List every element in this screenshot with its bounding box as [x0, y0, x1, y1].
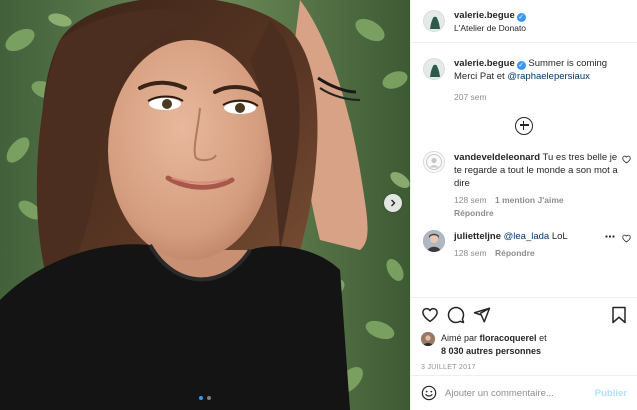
carousel-dot-active — [199, 396, 203, 400]
comment-item: julietteljne @lea_lada LoL 128 sem Répon… — [411, 220, 637, 260]
post-side-panel: valerie.begue ✓ L'Atelier de Donato valer… — [410, 0, 637, 410]
likes-prefix: Aimé par — [441, 333, 478, 343]
post-actions: Aimé par floracoquerel et 8 030 autres p… — [411, 297, 637, 371]
comment-username[interactable]: julietteljne — [454, 231, 501, 242]
add-circle-icon[interactable] — [515, 116, 533, 135]
carousel-dots — [0, 396, 410, 400]
caption-avatar[interactable] — [423, 58, 445, 80]
likes-count[interactable]: 8 030 autres personnes — [441, 346, 541, 356]
comment-avatar[interactable] — [423, 150, 445, 173]
default-avatar-icon — [426, 153, 442, 170]
post-date[interactable]: 3 JUILLET 2017 — [421, 364, 627, 371]
next-arrow-icon — [391, 199, 396, 207]
liker-avatar[interactable] — [421, 332, 435, 346]
comment-item: vandeveldeleonard Tu es tres belle je te… — [411, 147, 637, 220]
emoji-icon[interactable] — [421, 385, 437, 401]
publish-button[interactable]: Publier — [595, 388, 627, 399]
reply-button[interactable]: Répondre — [495, 248, 535, 258]
share-icon[interactable] — [473, 306, 491, 324]
likes-text: Aimé par floracoquerel et 8 030 autres p… — [441, 332, 547, 357]
bookmark-icon[interactable] — [611, 306, 627, 324]
caption-body: valerie.begue ✓ Summer is coming Merci Pa… — [454, 58, 625, 104]
comment-heart-icon[interactable] — [622, 155, 631, 164]
caption-mention[interactable]: @raphaelepersiaux — [507, 71, 590, 82]
post-dialog: valerie.begue ✓ L'Atelier de Donato valer… — [0, 0, 637, 410]
comment-likes[interactable]: 1 mention J'aime — [495, 195, 564, 205]
comment-mention[interactable]: @lea_lada — [504, 231, 550, 242]
verified-icon: ✓ — [516, 61, 526, 70]
next-slide-button[interactable] — [384, 194, 402, 212]
load-more-comments — [411, 104, 637, 147]
caption-time[interactable]: 207 sem — [454, 91, 625, 104]
comment-time[interactable]: 128 sem — [454, 248, 487, 258]
heart-icon[interactable] — [421, 306, 439, 324]
reply-button[interactable]: Répondre — [454, 208, 494, 218]
author-avatar[interactable] — [423, 10, 445, 32]
caption-username[interactable]: valerie.begue — [454, 58, 515, 69]
post-photo[interactable] — [0, 0, 410, 410]
comment-body: julietteljne @lea_lada LoL 128 sem Répon… — [454, 230, 622, 260]
comment-avatar[interactable] — [423, 229, 445, 252]
comment-text: LoL — [551, 230, 568, 242]
post-header: valerie.begue ✓ L'Atelier de Donato — [411, 0, 637, 43]
avatar-image — [423, 229, 445, 252]
post-caption: valerie.begue ✓ Summer is coming Merci Pa… — [411, 44, 637, 104]
comment-input[interactable] — [445, 387, 595, 399]
author-username[interactable]: valerie.begue — [454, 10, 515, 21]
avatar-image — [421, 332, 435, 346]
verified-icon: ✓ — [516, 12, 526, 22]
likes-summary: Aimé par floracoquerel et 8 030 autres p… — [421, 332, 627, 357]
action-icons — [421, 304, 627, 326]
comment-time[interactable]: 128 sem — [454, 195, 487, 205]
comments-list[interactable]: valerie.begue ✓ Summer is coming Merci Pa… — [411, 44, 637, 296]
comment-username[interactable]: vandeveldeleonard — [454, 152, 540, 163]
avatar-image — [424, 59, 444, 79]
post-location[interactable]: L'Atelier de Donato — [454, 22, 526, 34]
comment-composer: Publier — [411, 375, 637, 410]
selfie-image — [0, 0, 410, 410]
likes-joiner: et — [539, 333, 547, 343]
avatar-image — [424, 11, 444, 31]
carousel-dot — [207, 396, 211, 400]
comment-meta: 128 sem Répondre — [454, 247, 622, 260]
liker-username[interactable]: floracoquerel — [480, 333, 537, 343]
more-icon[interactable] — [605, 234, 615, 238]
comment-body: vandeveldeleonard Tu es tres belle je te… — [454, 151, 622, 220]
comment-heart-icon[interactable] — [622, 234, 631, 243]
comment-icon[interactable] — [447, 306, 465, 324]
comment-meta: 128 sem 1 mention J'aime Répondre — [454, 194, 622, 220]
header-text: valerie.begue ✓ L'Atelier de Donato — [454, 9, 526, 34]
